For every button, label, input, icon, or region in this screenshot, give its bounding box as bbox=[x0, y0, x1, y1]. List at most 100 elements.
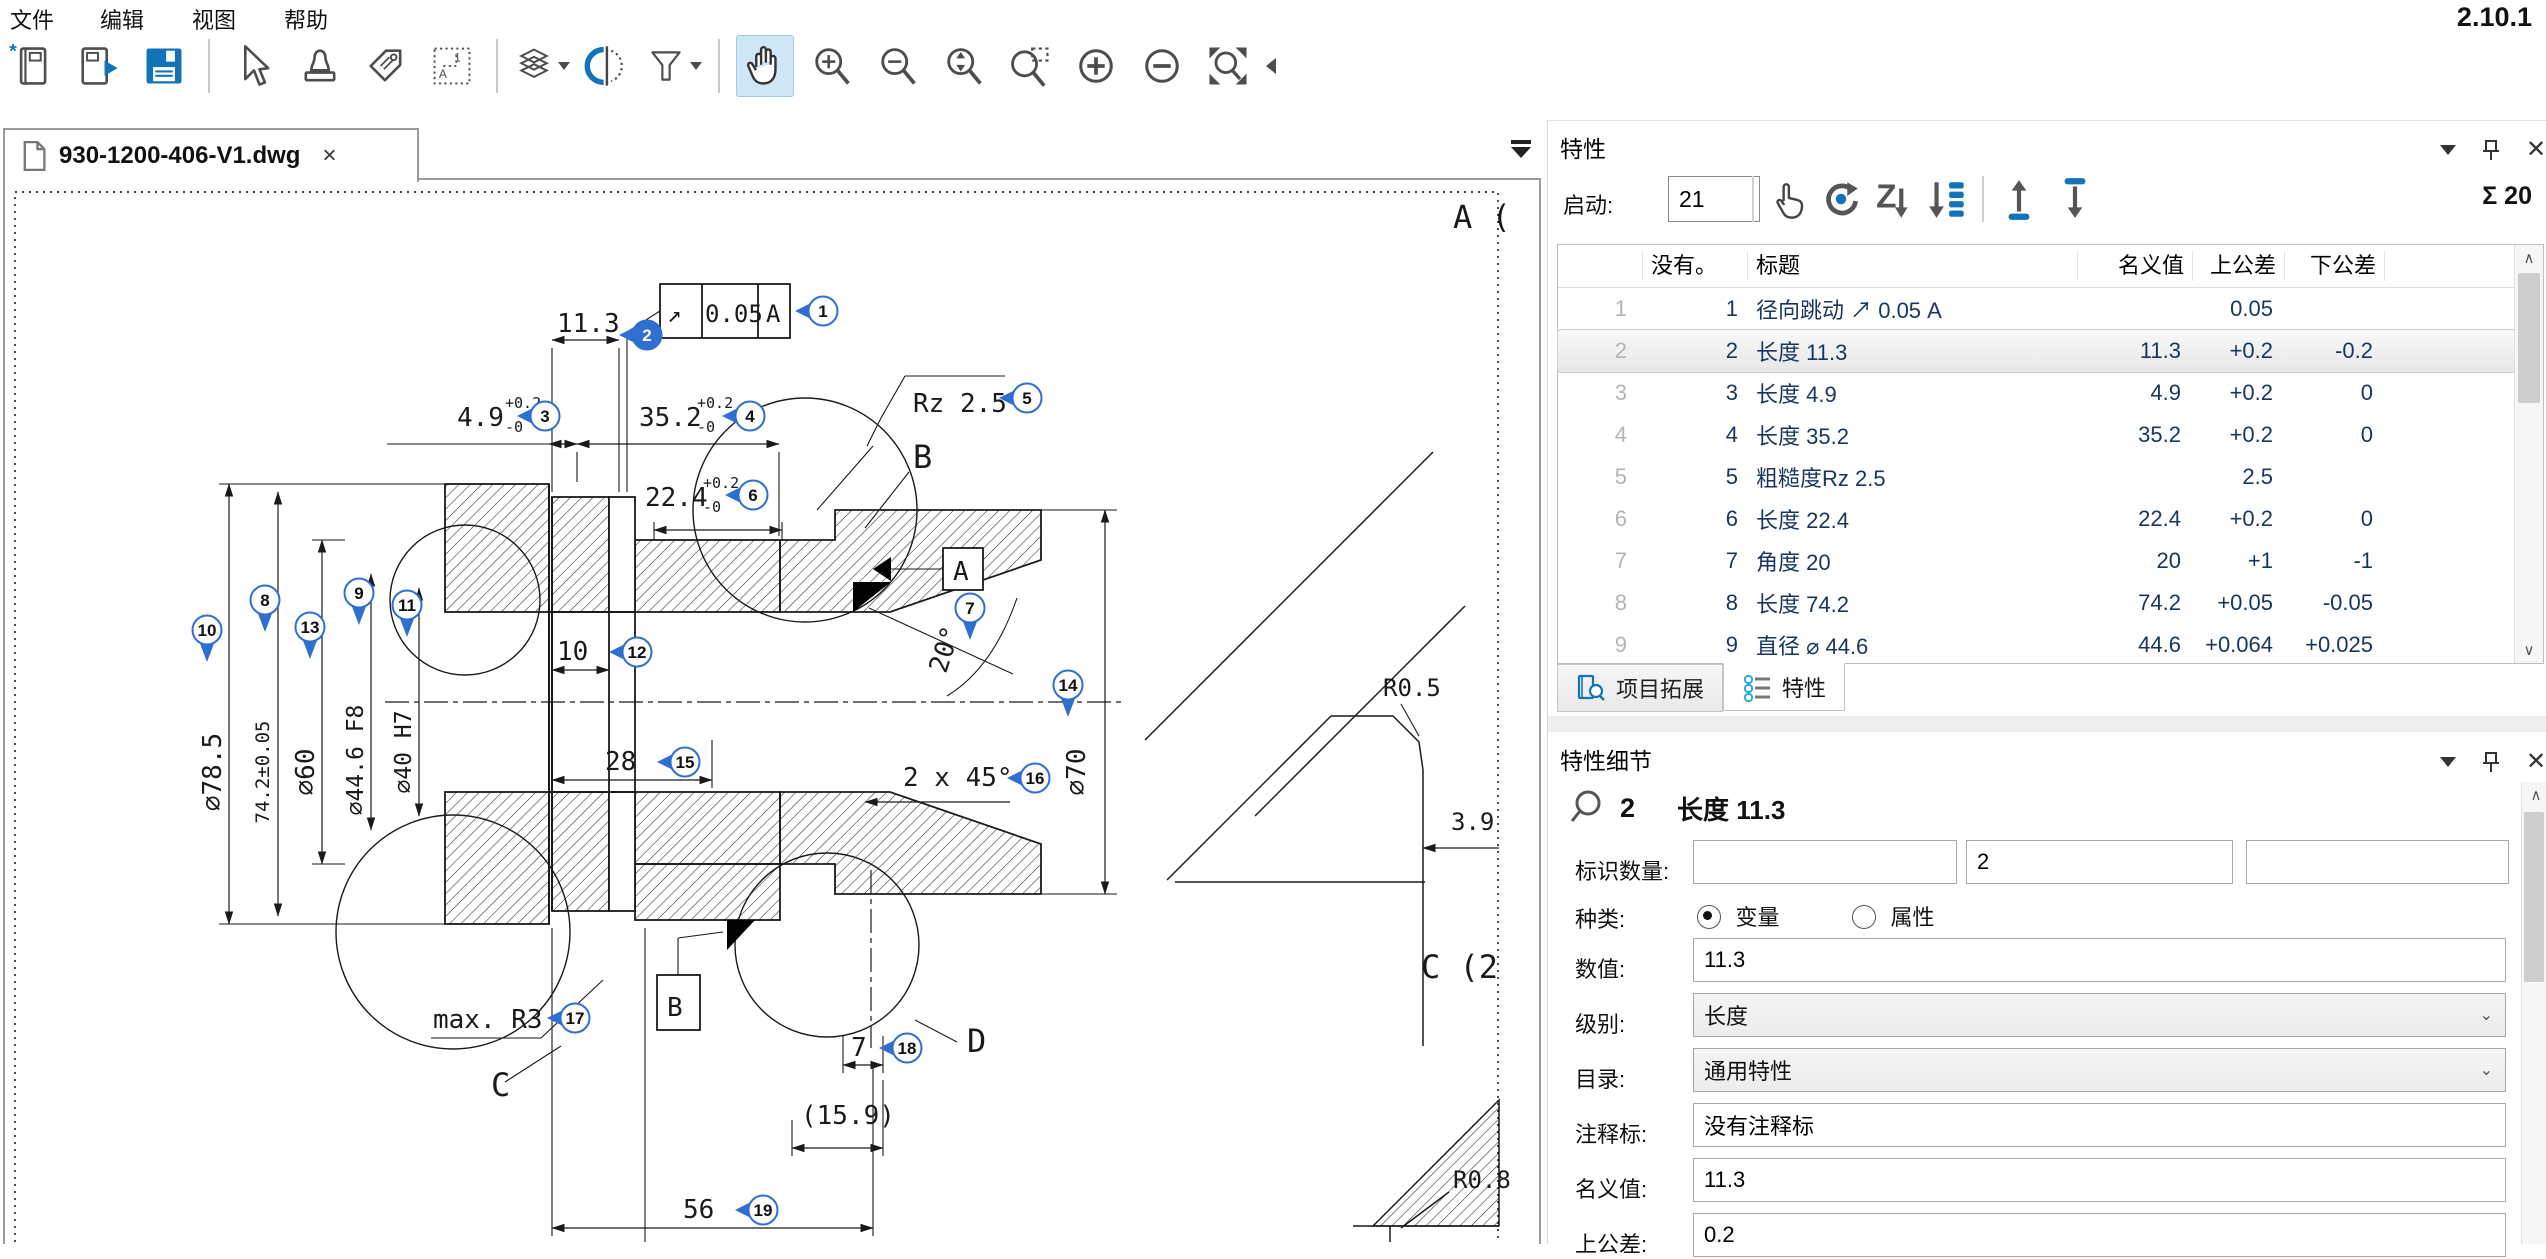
radio-variable[interactable]: 变量 bbox=[1697, 900, 1779, 932]
close-icon[interactable]: ✕ bbox=[2526, 138, 2546, 162]
table-row[interactable]: 77角度 20 20+1-1 bbox=[1558, 540, 2515, 582]
dim-text: ⌀78.5 bbox=[198, 733, 228, 811]
balloon-19[interactable]: 19 bbox=[735, 1196, 778, 1225]
pan-tool-button[interactable] bbox=[736, 35, 794, 97]
table-row[interactable]: 55粗糙度Rz 2.5 2.5 bbox=[1558, 456, 2515, 498]
balloon-2[interactable]: 2 bbox=[619, 321, 662, 350]
tab-list-button[interactable] bbox=[1511, 140, 1533, 160]
radio-attribute[interactable]: 属性 bbox=[1852, 900, 1934, 932]
id-count-input-1[interactable] bbox=[1693, 840, 1957, 884]
table-row[interactable]: 22长度 11.3 11.3+0.2-0.2 bbox=[1558, 330, 2515, 372]
dim-text: 56 bbox=[683, 1195, 714, 1225]
pin-icon[interactable] bbox=[2482, 139, 2500, 161]
balloon-18[interactable]: 18 bbox=[879, 1034, 922, 1063]
col-no[interactable]: 没有。 bbox=[1643, 251, 1748, 281]
panel-collapse-icon[interactable] bbox=[2440, 145, 2456, 155]
col-nominal[interactable]: 名义值 bbox=[2078, 251, 2193, 281]
sort-list-button[interactable] bbox=[1924, 176, 1970, 227]
save-button[interactable] bbox=[136, 36, 192, 96]
capture-region-button[interactable]: 1 A bbox=[424, 36, 480, 96]
table-row[interactable]: 44长度 35.2 35.2+0.20 bbox=[1558, 414, 2515, 456]
menu-view[interactable]: 视图 bbox=[192, 3, 236, 35]
arrow-up-bar-icon bbox=[1996, 176, 2042, 222]
col-upper[interactable]: 上公差 bbox=[2193, 251, 2285, 281]
scroll-down-arrow[interactable]: ∨ bbox=[2515, 637, 2543, 663]
panel-collapse-icon[interactable] bbox=[2440, 757, 2456, 767]
zoom-window-button[interactable] bbox=[1002, 36, 1058, 96]
characteristics-table[interactable]: 没有。 标题 名义值 上公差 下公差 11径向跳动 ↗ 0.05 A 0.05 … bbox=[1557, 244, 2544, 664]
open-document-button[interactable] bbox=[70, 36, 126, 96]
tab-close-icon[interactable]: × bbox=[322, 142, 336, 170]
scroll-up-arrow[interactable]: ∧ bbox=[2515, 245, 2543, 271]
plus-circle-icon bbox=[1072, 42, 1120, 90]
balloon-13[interactable]: 13 bbox=[296, 613, 325, 660]
balloon-9[interactable]: 9 bbox=[345, 579, 374, 626]
zoom-in-button[interactable] bbox=[804, 36, 860, 96]
table-row[interactable]: 11径向跳动 ↗ 0.05 A 0.05 bbox=[1558, 288, 2515, 330]
balloon-14[interactable]: 14 bbox=[1054, 671, 1083, 718]
table-row[interactable]: 66长度 22.4 22.4+0.20 bbox=[1558, 498, 2515, 540]
pin-icon[interactable] bbox=[2482, 751, 2500, 773]
balloon-1[interactable]: 1 bbox=[795, 297, 838, 326]
tab-characteristics[interactable]: 特性 bbox=[1723, 663, 1845, 711]
table-row[interactable]: 88长度 74.2 74.2+0.05-0.05 bbox=[1558, 582, 2515, 624]
tag-tool-button[interactable] bbox=[358, 36, 414, 96]
svg-text:12: 12 bbox=[628, 643, 647, 662]
document-tab[interactable]: 930-1200-406-V1.dwg × bbox=[3, 128, 419, 182]
upper-tol-input[interactable] bbox=[1693, 1213, 2506, 1257]
annotation-input[interactable] bbox=[1693, 1103, 2506, 1147]
id-count-input-2[interactable] bbox=[1966, 840, 2233, 884]
value-input[interactable] bbox=[1693, 938, 2506, 982]
new-document-button[interactable]: * bbox=[4, 36, 60, 96]
select-tool-button[interactable] bbox=[226, 36, 282, 96]
zoom-vertical-button[interactable] bbox=[936, 36, 992, 96]
stamp-tool-button[interactable] bbox=[292, 36, 348, 96]
move-bottom-button[interactable] bbox=[2052, 176, 2098, 227]
close-icon[interactable]: ✕ bbox=[2526, 750, 2546, 774]
tag-icon bbox=[362, 42, 410, 90]
balloon-16[interactable]: 16 bbox=[1007, 764, 1050, 793]
zoom-out-button[interactable] bbox=[870, 36, 926, 96]
balloon-17[interactable]: 17 bbox=[547, 1004, 590, 1033]
id-count-input-3[interactable] bbox=[2246, 840, 2509, 884]
selection-border bbox=[15, 192, 1498, 1242]
catalog-select[interactable]: 通用特性 ⌄ bbox=[1693, 1048, 2506, 1092]
panel-splitter[interactable] bbox=[1548, 716, 2546, 732]
scroll-thumb[interactable] bbox=[2518, 273, 2540, 403]
col-lower[interactable]: 下公差 bbox=[2285, 251, 2385, 281]
table-row[interactable]: 99直径 ⌀ 44.6 44.6+0.064+0.025 bbox=[1558, 624, 2515, 666]
scroll-thumb[interactable] bbox=[2524, 812, 2544, 982]
drawing-canvas[interactable]: 11.34.9+0.2-035.2+0.2-0Rz 2.522.4+0.2-0↗… bbox=[5, 180, 1539, 1242]
class-select[interactable]: 长度 ⌄ bbox=[1693, 993, 2506, 1037]
decrease-button[interactable] bbox=[1134, 36, 1190, 96]
z-order-button[interactable]: Z bbox=[1872, 176, 1918, 227]
zoom-fit-button[interactable] bbox=[1200, 36, 1256, 96]
layers-icon bbox=[514, 42, 554, 90]
renumber-button[interactable] bbox=[1818, 176, 1864, 227]
menu-edit[interactable]: 编辑 bbox=[100, 3, 144, 35]
scroll-up-arrow[interactable]: ∧ bbox=[2522, 782, 2546, 808]
balloon-15[interactable]: 15 bbox=[657, 748, 700, 777]
start-input[interactable] bbox=[1668, 176, 1760, 222]
dim-text: B bbox=[667, 993, 683, 1023]
tab-project-expand[interactable]: 项目拓展 bbox=[1557, 664, 1723, 712]
balloon-10[interactable]: 10 bbox=[193, 616, 222, 663]
pick-tool-button[interactable] bbox=[1766, 176, 1810, 227]
col-title[interactable]: 标题 bbox=[1748, 251, 2078, 281]
dim-text: 22.4 bbox=[645, 483, 708, 513]
layers-button[interactable] bbox=[514, 36, 570, 96]
increase-button[interactable] bbox=[1068, 36, 1124, 96]
balloon-8[interactable]: 8 bbox=[251, 586, 280, 633]
table-scrollbar[interactable]: ∧ ∨ bbox=[2514, 245, 2543, 663]
table-row[interactable]: 33长度 4.9 4.9+0.20 bbox=[1558, 372, 2515, 414]
details-scrollbar[interactable]: ∧ bbox=[2521, 782, 2546, 1244]
nominal-input[interactable] bbox=[1693, 1158, 2506, 1202]
move-top-button[interactable] bbox=[1996, 176, 2042, 227]
filter-button[interactable] bbox=[646, 36, 702, 96]
drawing-viewport[interactable]: 11.34.9+0.2-035.2+0.2-0Rz 2.522.4+0.2-0↗… bbox=[3, 178, 1541, 1244]
toolbar-collapse-arrow[interactable] bbox=[1266, 58, 1276, 74]
main-toolbar: * bbox=[4, 34, 1276, 98]
mirror-tool-button[interactable] bbox=[580, 36, 636, 96]
menu-file[interactable]: 文件 bbox=[10, 3, 54, 35]
menu-help[interactable]: 帮助 bbox=[284, 3, 328, 35]
